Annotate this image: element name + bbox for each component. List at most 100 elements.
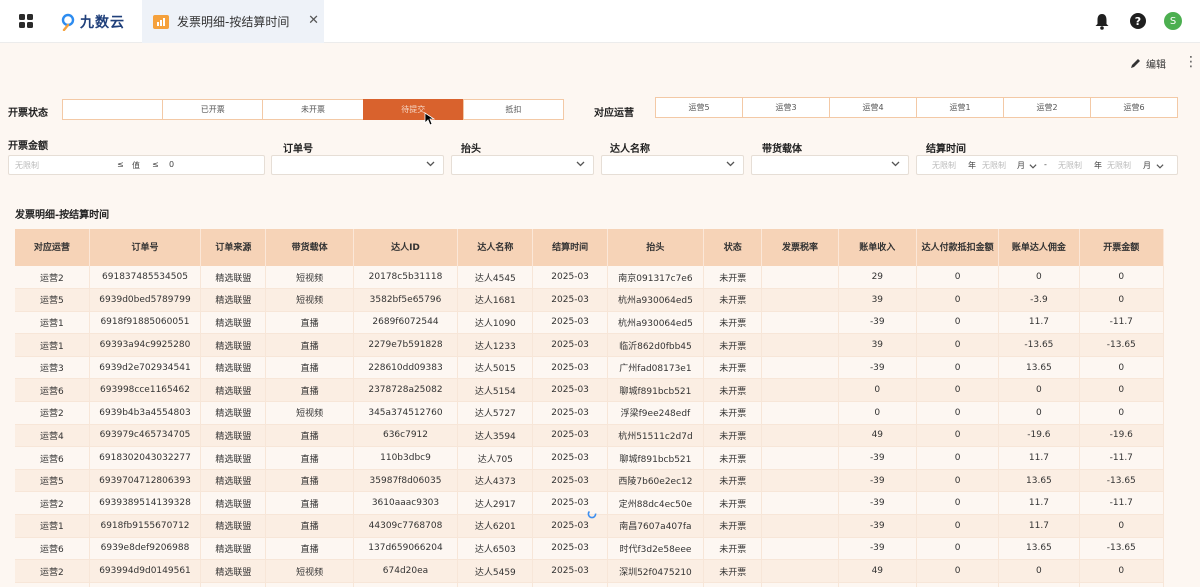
operation-option-4[interactable]: 运营4	[829, 97, 917, 118]
cell-invoice-header: 南京091317c7e6	[607, 266, 705, 290]
end-year-placeholder: 无限制	[1058, 161, 1082, 170]
column-header-settle-time[interactable]: 结算时间	[532, 229, 608, 266]
table-row[interactable]: 运营2 691837485534505 精选联盟 短视频 20178c5b31118 达人…	[15, 266, 1164, 290]
cell-influencer-commission: -19.6	[998, 424, 1080, 448]
help-icon[interactable]: ?	[1130, 13, 1146, 29]
cell-influencer-id: 137d659066204	[353, 537, 459, 561]
app-logo[interactable]: 九数云	[60, 11, 125, 33]
bell-icon[interactable]	[1094, 13, 1110, 30]
invoice-status-label: 开票状态	[8, 108, 48, 119]
cell-settle-time: 2025-03	[532, 378, 608, 403]
cell-order-no: 693979c465734705	[89, 424, 202, 448]
operation-option-5[interactable]: 运营5	[655, 97, 743, 118]
cell-status: 未开票	[703, 491, 763, 516]
table-row[interactable]: 运营2 693994d9d0149561 精选联盟 短视频 674d20ea 达人5459…	[15, 559, 1164, 583]
cell-invoice-amount: -11.7	[1079, 311, 1164, 335]
table-row[interactable]: 运营26939c0de17286620精选联盟短视频2f32c07d1a04达人…	[15, 582, 1164, 587]
header-title-select[interactable]	[451, 155, 594, 175]
column-header-invoice-amount[interactable]: 开票金额	[1079, 229, 1164, 266]
cell-order-no: 693994d9d0149561	[89, 559, 202, 583]
column-header-status[interactable]: 状态	[703, 229, 763, 266]
logo-text: 九数云	[80, 15, 125, 31]
table-row[interactable]: 运营6 693998cce1165462 精选联盟 直播 2378728a25082 达人…	[15, 378, 1164, 403]
table-row[interactable]: 运营5 6939d0bed5789799 精选联盟 短视频 3582bf5e65796 达…	[15, 288, 1164, 312]
column-header-influencer-name[interactable]: 达人名称	[457, 229, 534, 266]
column-header-operation[interactable]: 对应运营	[15, 229, 90, 266]
cell-carrier: 直播	[265, 424, 354, 448]
cell-operation: 运营3	[15, 356, 90, 380]
amount-min-placeholder: 无限制	[15, 161, 39, 170]
column-header-tax-rate[interactable]: 发票税率	[761, 229, 839, 266]
cell-carrier: 短视频	[265, 582, 354, 587]
chevron-down-icon	[576, 161, 585, 167]
cell-deduction-amount: 0	[916, 582, 1000, 587]
table-row[interactable]: 运营2 6939b4b3a4554803 精选联盟 短视频 345a374512760 达…	[15, 401, 1164, 425]
column-header-bill-income[interactable]: 账单收入	[838, 229, 917, 266]
avatar[interactable]: S	[1164, 12, 1182, 30]
status-option-invoiced[interactable]: 已开票	[162, 99, 264, 120]
tab-invoice-detail[interactable]: 发票明细-按结算时间 ✕	[142, 0, 324, 43]
column-header-influencer-id[interactable]: 达人ID	[353, 229, 459, 266]
influencer-select[interactable]	[601, 155, 744, 175]
start-month-placeholder: 无限制	[982, 161, 1006, 170]
cell-invoice-amount: 0	[1079, 266, 1164, 290]
operation-option-6[interactable]: 运营6	[1090, 97, 1178, 118]
operation-option-3[interactable]: 运营3	[742, 97, 830, 118]
table-row[interactable]: 运营6 6918302043032277 精选联盟 直播 110b3dbc9 达人705 2…	[15, 446, 1164, 470]
close-icon[interactable]: ✕	[308, 13, 319, 28]
column-header-order-source[interactable]: 订单来源	[200, 229, 267, 266]
status-option-deduct[interactable]: 抵扣	[462, 99, 565, 120]
cell-influencer-commission: 13.65	[998, 356, 1080, 380]
cell-order-no: 6939389514139328	[89, 491, 202, 516]
status-option-pending-submit[interactable]: 待提交	[362, 99, 464, 120]
cell-influencer-commission: 11.7	[998, 491, 1080, 516]
table-row[interactable]: 运营1 6918f91885060051 精选联盟 直播 2689f6072544 达人1…	[15, 311, 1164, 335]
column-header-deduction-amount[interactable]: 达人付款抵扣金额	[916, 229, 1000, 266]
cell-carrier: 直播	[265, 311, 354, 335]
amount-range-field[interactable]: 无限制 ≤ 值 ≤ 0	[8, 155, 265, 175]
cell-invoice-amount: -11.7	[1079, 446, 1164, 470]
cell-tax-rate	[761, 446, 839, 470]
order-no-select[interactable]	[271, 155, 444, 175]
operation-option-1[interactable]: 运营1	[916, 97, 1004, 118]
cell-status: 未开票	[703, 537, 763, 561]
carrier-label: 带货载体	[762, 144, 802, 155]
cell-deduction-amount: 0	[916, 559, 1000, 583]
cell-order-no: 6918f91885060051	[89, 311, 202, 335]
table-row[interactable]: 运营1 69393a94c9925280 精选联盟 直播 2279e7b591828 达人…	[15, 333, 1164, 357]
cell-operation: 运营1	[15, 333, 90, 357]
status-option-not-invoiced[interactable]: 未开票	[262, 99, 364, 120]
table-row[interactable]: 运营3 6939d2e702934541 精选联盟 直播 228610dd09383 达人…	[15, 356, 1164, 380]
table-row[interactable]: 运营4 693979c465734705 精选联盟 直播 636c7912 达人3594 2…	[15, 424, 1164, 448]
cell-status: 未开票	[703, 288, 763, 312]
chevron-down-icon	[726, 161, 735, 167]
cell-settle-time: 2025-03	[532, 446, 608, 470]
cell-influencer-name: 达人5459	[457, 559, 534, 583]
more-icon[interactable]: ⋮	[1184, 54, 1198, 70]
cell-carrier: 短视频	[265, 288, 354, 312]
cell-invoice-amount: 0	[1079, 559, 1164, 583]
cell-invoice-header: 杭州a930064ed5	[607, 582, 705, 587]
table-row[interactable]: 运营5 6939704712806393 精选联盟 直播 35987f8d06035 达人…	[15, 469, 1164, 493]
cell-bill-income: -39	[838, 469, 917, 493]
column-header-invoice-header[interactable]: 抬头	[607, 229, 705, 266]
cell-influencer-commission: -13.65	[998, 333, 1080, 357]
carrier-select[interactable]	[751, 155, 909, 175]
cell-influencer-id: 110b3dbc9	[353, 446, 459, 470]
cell-invoice-header: 杭州51511c2d7d	[607, 424, 705, 448]
cell-order-source: 精选联盟	[200, 446, 267, 470]
amount-max-value: 0	[169, 160, 175, 169]
operation-option-2[interactable]: 运营2	[1003, 97, 1091, 118]
cell-influencer-id: 345a374512760	[353, 401, 459, 425]
cell-carrier: 直播	[265, 469, 354, 493]
column-header-carrier[interactable]: 带货载体	[265, 229, 354, 266]
settle-time-range[interactable]: 无限制 年 无限制 月 - 无限制 年 无限制 月	[916, 155, 1178, 175]
column-header-order-no[interactable]: 订单号	[89, 229, 202, 266]
column-header-influencer-commission[interactable]: 账单达人佣金	[998, 229, 1080, 266]
table-row[interactable]: 运营6 6939e8def9206988 精选联盟 直播 137d659066204 达人…	[15, 537, 1164, 561]
edit-button[interactable]: 编辑	[1130, 56, 1166, 71]
cell-invoice-amount: 0	[1079, 288, 1164, 312]
status-option-blank[interactable]	[62, 99, 164, 120]
cell-order-no: 69393a94c9925280	[89, 333, 202, 357]
apps-grid-icon[interactable]	[19, 14, 34, 29]
